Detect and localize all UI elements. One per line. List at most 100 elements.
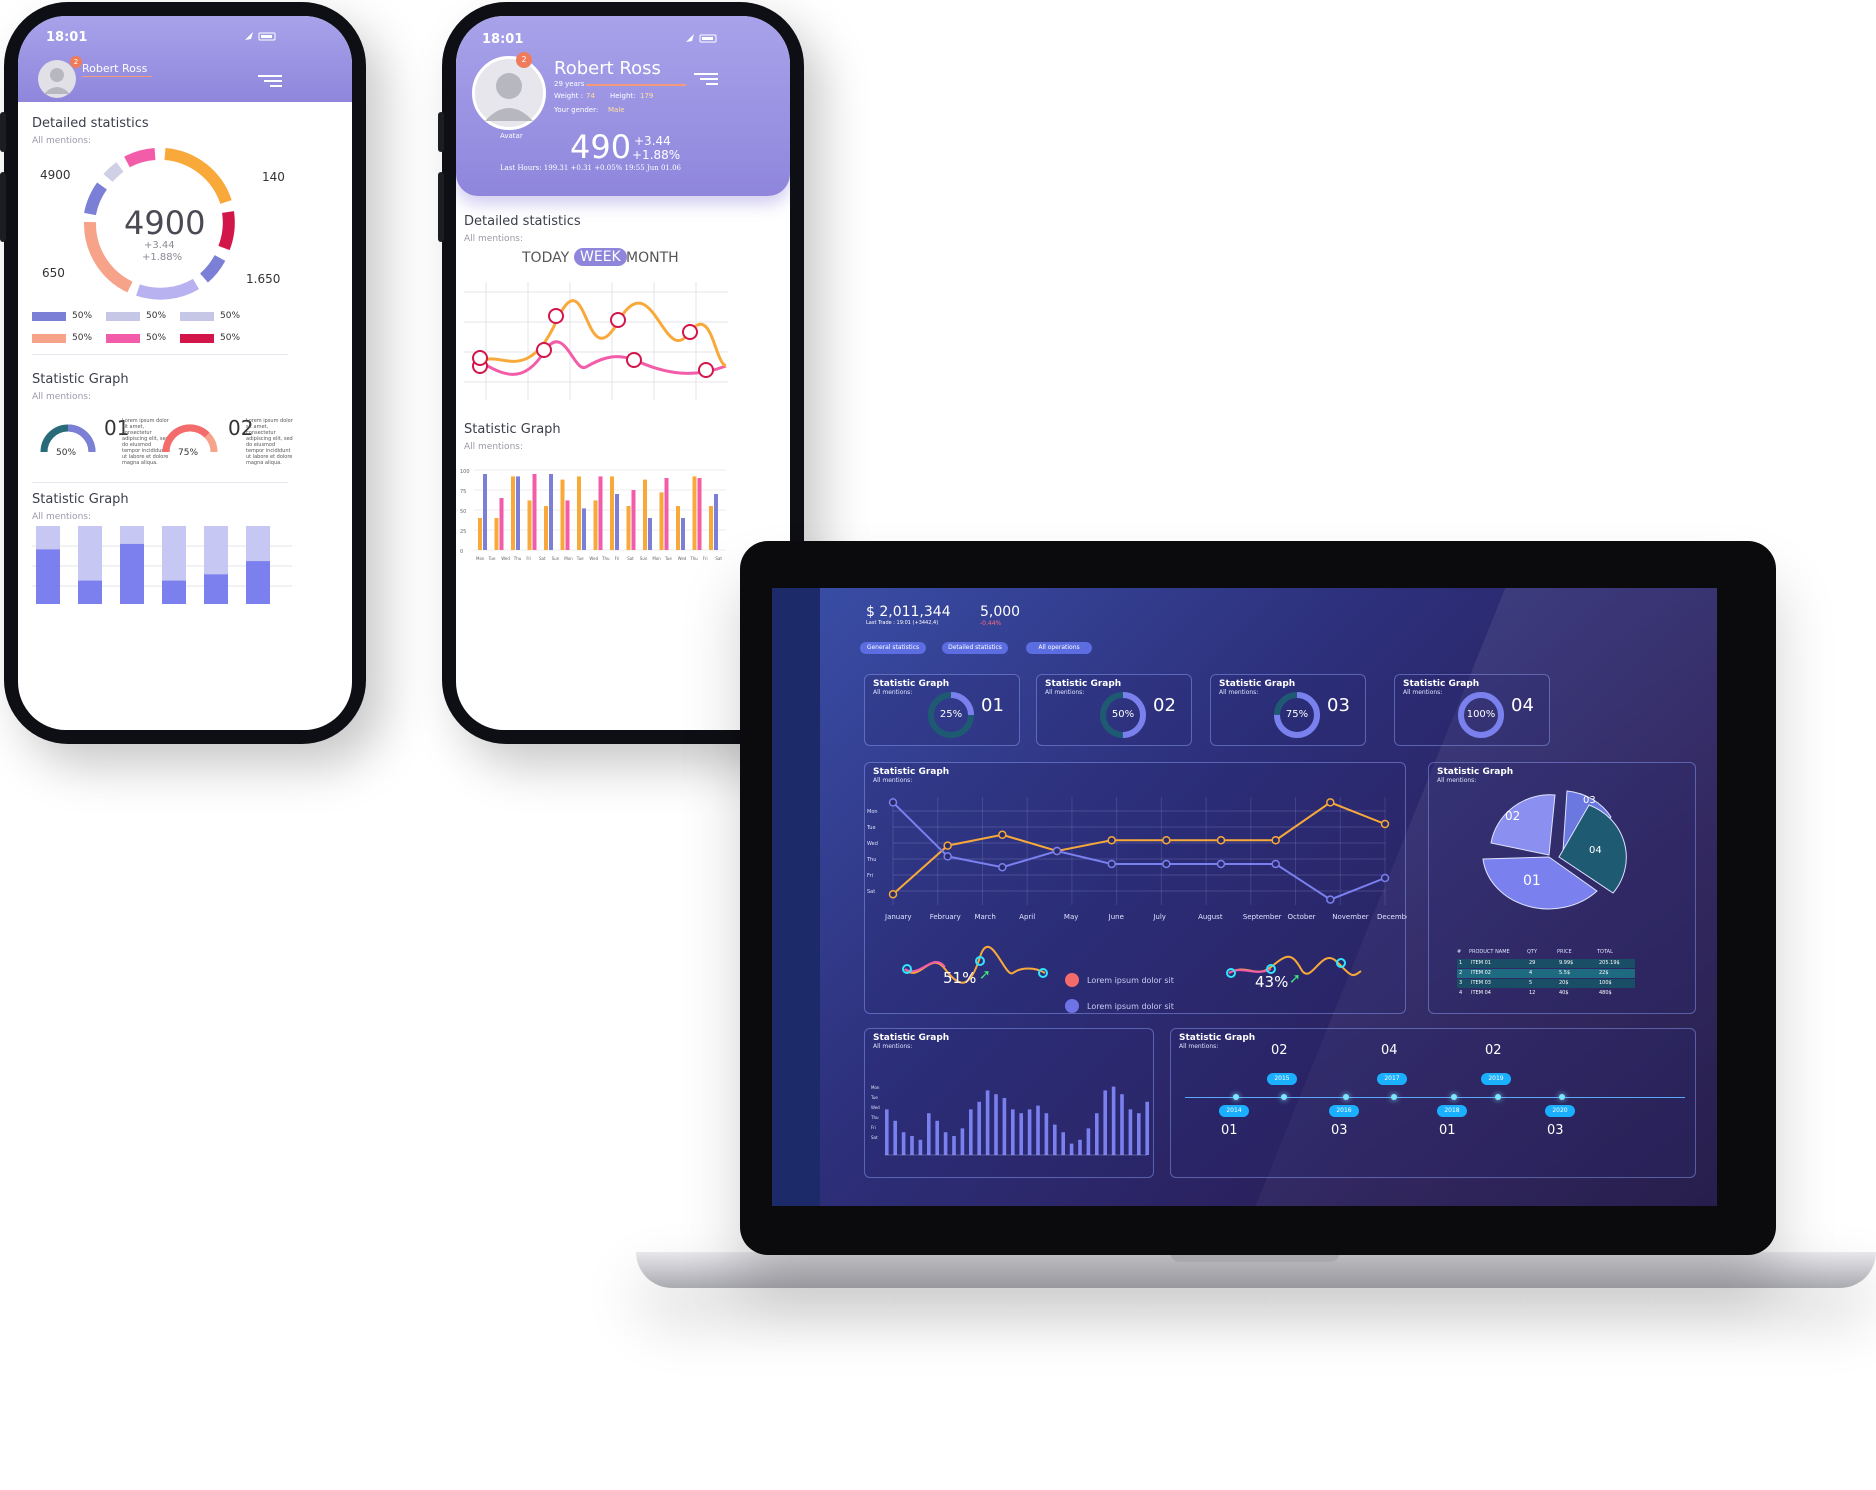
timeline-node (1281, 1094, 1287, 1100)
stat-card[interactable]: Statistic Graph All mentions: 75% 03 (1210, 674, 1366, 746)
bar-accent (582, 508, 586, 550)
line-chart-panel: Statistic Graph All mentions: Mon Tue Wed T… (864, 762, 1407, 1014)
timeline-year[interactable]: 2018 (1437, 1105, 1467, 1117)
gauge2-pct: 75% (178, 448, 199, 458)
stacked-bar-chart (32, 526, 292, 604)
tab-today[interactable]: TODAY (522, 250, 569, 266)
gender-value: Male (608, 106, 625, 114)
timeline-year[interactable]: 2014 (1219, 1105, 1249, 1117)
bar-orange (610, 476, 614, 550)
stat-card[interactable]: Statistic Graph All mentions: 100% 04 (1394, 674, 1550, 746)
detailed-statistics-title: Detailed statistics (464, 214, 581, 229)
data-point (1326, 798, 1335, 807)
last-hours: Last Hours: 199.31 +0.31 +0.05% 19:55 Ju… (500, 164, 682, 172)
gauge2-description: Lorem ipsum dolor sit amet, consectetur … (246, 418, 293, 466)
table-cell: 4 (1459, 990, 1463, 996)
gauge1-pct: 50% (56, 448, 77, 458)
avatar[interactable] (472, 56, 546, 130)
table-row[interactable]: 4 ITEM 04 12 40$ 480$ (1457, 989, 1635, 998)
line-chart: Mon Tue Wed Thu Fri Sat January February March Ap… (866, 797, 1407, 921)
bar (969, 1109, 973, 1155)
card-title: Statistic Graph (873, 679, 950, 689)
table-header-cell: # (1457, 949, 1462, 955)
x-tick: May (1064, 913, 1078, 921)
timeline-year[interactable]: 2017 (1377, 1073, 1407, 1085)
legend-percent: 50% (72, 333, 93, 343)
bar (893, 1120, 897, 1155)
y-tick: Mon (867, 809, 878, 815)
ring-percent: 25% (939, 709, 963, 720)
panel-sub: All mentions: (873, 1043, 913, 1050)
marker (698, 362, 714, 378)
y-tick: Mon (871, 1085, 880, 1090)
bar (1120, 1094, 1124, 1155)
timeline-node (1391, 1094, 1397, 1100)
data-point (1380, 819, 1390, 829)
legend-percent: 50% (220, 333, 241, 343)
card-title: Statistic Graph (1045, 679, 1122, 689)
bar-fill (246, 561, 270, 604)
bar-fill (78, 580, 102, 604)
table-cell: 3 (1459, 980, 1463, 986)
panel-title: Statistic Graph (1437, 767, 1514, 777)
data-point (1271, 859, 1280, 869)
timeline-number: 02 (1485, 1043, 1502, 1058)
panel-sub: All mentions: (873, 777, 913, 784)
arrow-up-icon: ➚ (979, 967, 991, 983)
legend-swatch (32, 334, 66, 343)
x-tick: Wed (589, 556, 598, 561)
data-point (1107, 859, 1116, 869)
bar (1095, 1113, 1099, 1155)
x-tick: September (1243, 913, 1282, 921)
total-sub: Last Trade : 19:01 (+3442,4) (866, 620, 939, 626)
detailed-statistics-title: Detailed statistics (32, 116, 149, 131)
series-orange (892, 801, 1386, 895)
legend-swatch (106, 334, 140, 343)
notification-badge: 2 (70, 56, 82, 68)
tab-detailed-statistics[interactable]: Detailed statistics (942, 642, 1008, 654)
tab-all-operations[interactable]: All operations (1026, 642, 1092, 654)
stat-card[interactable]: Statistic Graph All mentions: 25% 01 (864, 674, 1020, 746)
profile-progress (586, 84, 686, 86)
profile-header: 18:01 Avatar 2 Robert Ross 29 years Weig… (456, 16, 790, 196)
bar (1111, 1086, 1116, 1155)
donut-label-tr: 140 (262, 170, 285, 184)
bar (1053, 1124, 1057, 1155)
bar-accent (549, 474, 553, 550)
tab-month[interactable]: MONTH (626, 250, 679, 266)
donut-segment-pink (124, 148, 156, 168)
bar (1128, 1109, 1133, 1155)
x-tick: August (1198, 913, 1223, 921)
timeline-year[interactable]: 2015 (1267, 1073, 1297, 1085)
x-tick: Thu (689, 556, 698, 561)
table-cell: ITEM 01 (1471, 960, 1491, 966)
bar-chart: Mon Tue Wed Thu Fri Sat (870, 1085, 1149, 1156)
x-tick: Tue (664, 556, 672, 561)
bar-accent (532, 474, 537, 550)
timeline-year[interactable]: 2019 (1481, 1073, 1511, 1085)
stat-card[interactable]: Statistic Graph All mentions: 50% 02 (1036, 674, 1192, 746)
divider (32, 482, 288, 483)
bar (1145, 1101, 1149, 1155)
series-pink (477, 340, 727, 376)
legend-percent: 50% (72, 311, 93, 321)
device-mockup-scene: 18:01 2 Robert Ross Detailed statistics … (0, 0, 1876, 1490)
tab-general-statistics[interactable]: General statistics (860, 642, 926, 654)
table-row[interactable]: 3 ITEM 03 5 20$ 100$ (1457, 979, 1635, 988)
timeline-number: 02 (1271, 1043, 1288, 1058)
y-tick: Thu (866, 857, 876, 863)
timeline-year[interactable]: 2020 (1545, 1105, 1575, 1117)
weight-label: Weight : (554, 92, 583, 100)
menu-icon[interactable] (258, 74, 284, 88)
table-row[interactable]: 2 ITEM 02 4 5.5$ 22$ (1457, 969, 1635, 978)
timeline-year[interactable]: 2016 (1329, 1105, 1359, 1117)
menu-icon[interactable] (694, 72, 720, 86)
table-header-cell: PRICE (1557, 949, 1572, 955)
user-name: Robert Ross (554, 58, 661, 79)
table-row[interactable]: 1 ITEM 01 29 9.99$ 205.19$ (1457, 959, 1635, 968)
tab-week[interactable]: WEEK (574, 248, 627, 266)
marker (626, 352, 642, 368)
y-tick: Sat (867, 889, 875, 895)
marker (610, 312, 626, 328)
legend-percent: 50% (146, 311, 167, 321)
